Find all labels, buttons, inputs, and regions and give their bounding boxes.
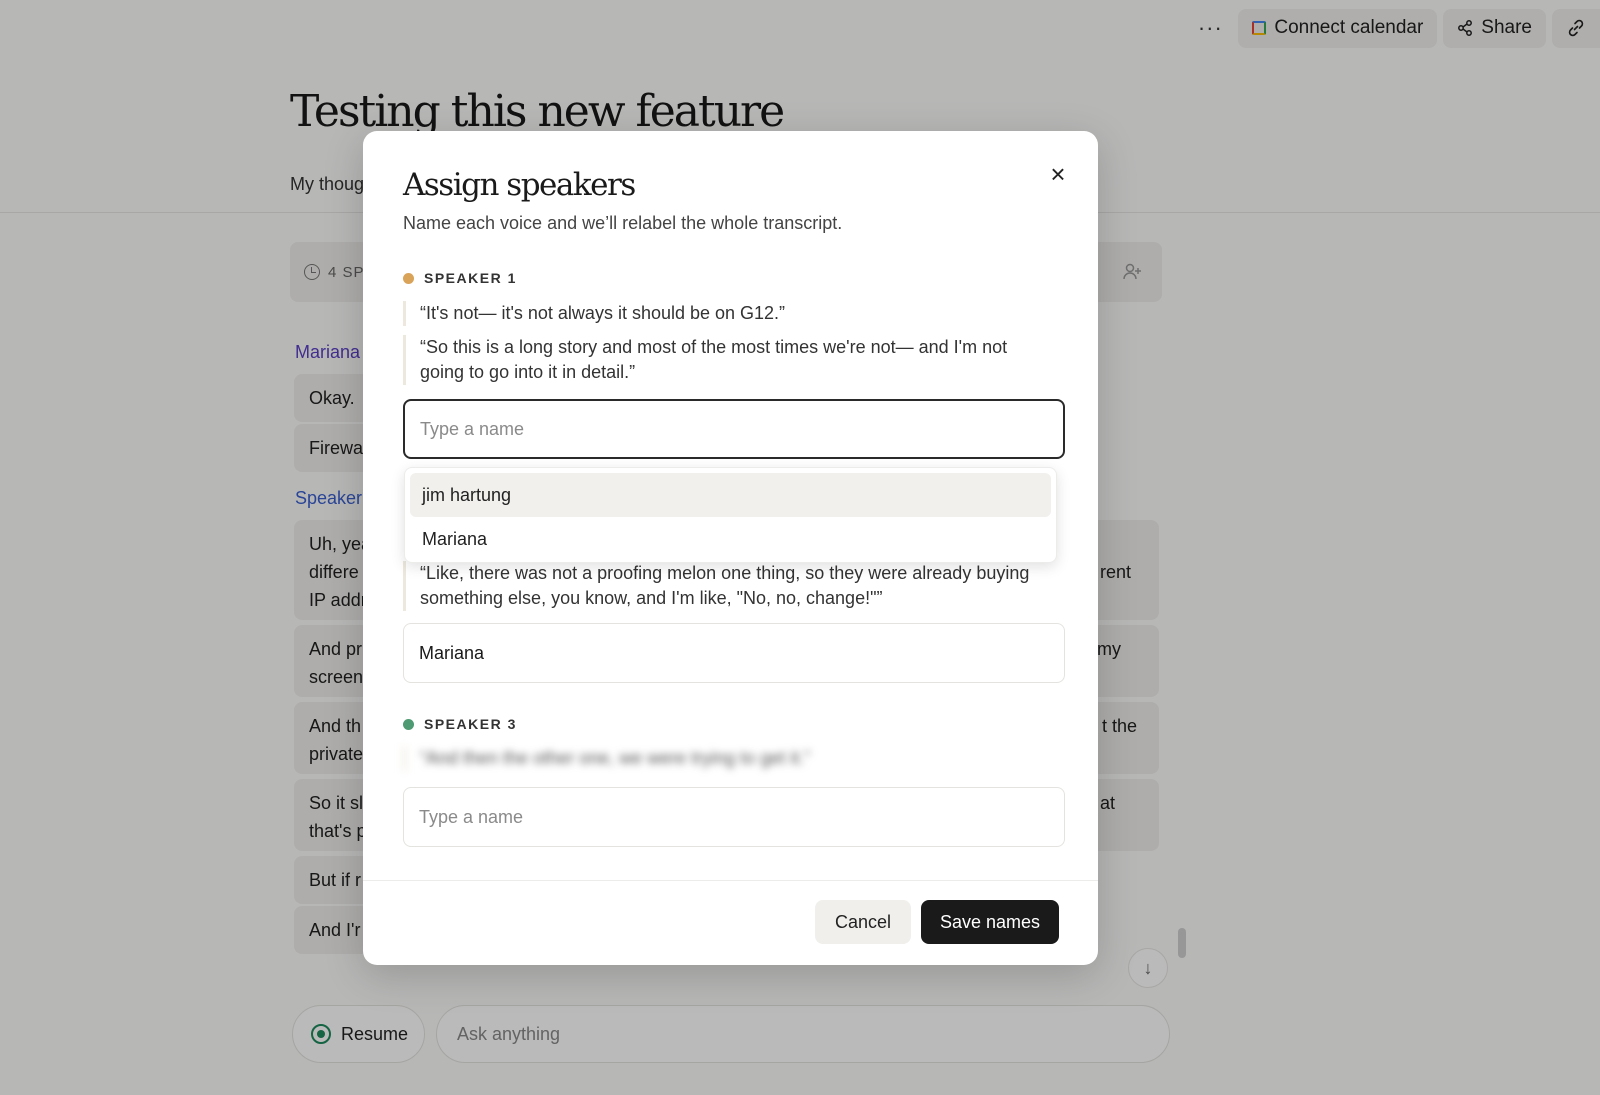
speaker-3-color-dot <box>403 718 414 730</box>
close-icon: × <box>1050 159 1066 189</box>
speaker-2-quote: “Like, there was not a proofing melon on… <box>403 561 1043 611</box>
speaker-1-color-dot <box>403 272 414 284</box>
save-names-button[interactable]: Save names <box>921 900 1059 944</box>
speaker-1-name-input[interactable]: Type a name <box>403 399 1065 459</box>
close-button[interactable]: × <box>1043 159 1073 189</box>
speaker-3-label: SPEAKER 3 <box>424 716 517 732</box>
dialog-footer-divider <box>363 880 1098 881</box>
speaker-3-quote: “And then the other one, we were trying … <box>403 746 1043 771</box>
speaker-3-name-input[interactable]: Type a name <box>403 787 1065 847</box>
speaker-1-header: SPEAKER 1 <box>403 270 517 286</box>
speaker-1-quote: “So this is a long story and most of the… <box>403 335 1043 385</box>
speaker-3-placeholder: Type a name <box>419 806 524 827</box>
speaker-1-placeholder: Type a name <box>420 418 525 439</box>
speaker-1-quote: “It's not— it's not always it should be … <box>403 301 1043 326</box>
cancel-button[interactable]: Cancel <box>815 900 911 944</box>
speaker-2-value: Mariana <box>419 642 485 663</box>
dialog-title: Assign speakers <box>403 167 636 203</box>
name-suggestions-dropdown: jim hartung Mariana <box>404 467 1057 563</box>
speaker-2-name-input[interactable]: Mariana <box>403 623 1065 683</box>
speaker-3-header: SPEAKER 3 <box>403 716 517 732</box>
suggestion-option[interactable]: Mariana <box>410 517 1051 561</box>
assign-speakers-dialog: Assign speakers Name each voice and we’l… <box>363 131 1098 965</box>
speaker-1-label: SPEAKER 1 <box>424 270 517 286</box>
dialog-subtitle: Name each voice and we’ll relabel the wh… <box>403 213 843 233</box>
suggestion-option[interactable]: jim hartung <box>410 473 1051 517</box>
